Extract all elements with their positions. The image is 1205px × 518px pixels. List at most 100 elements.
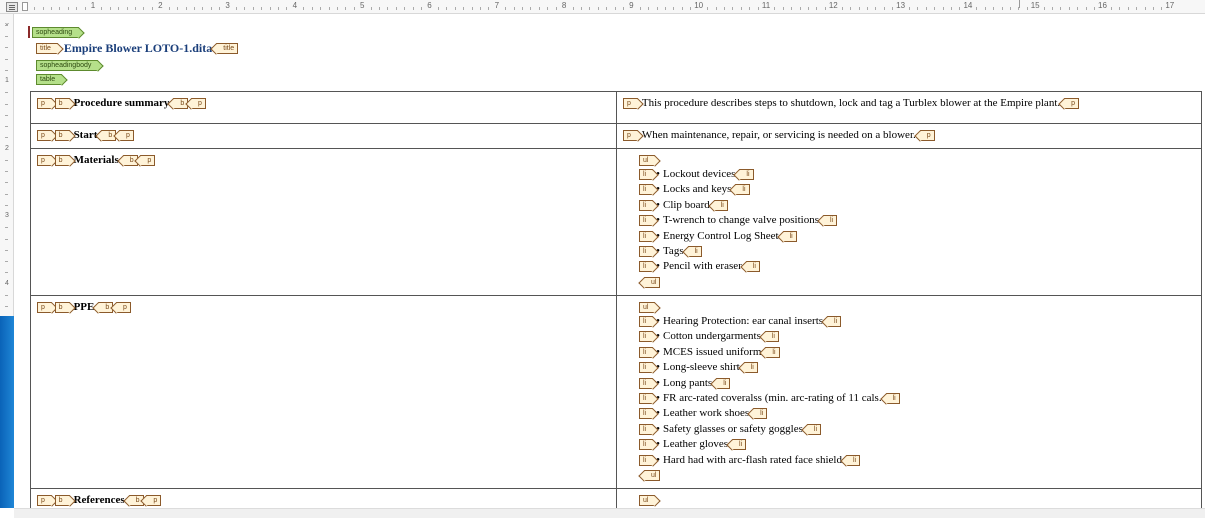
li-close-tag[interactable]: li xyxy=(732,439,747,451)
row-content-cell[interactable]: p When maintenance, repair, or servicing … xyxy=(616,123,1202,149)
ul-close-tag[interactable]: ul xyxy=(644,276,661,288)
li-open-tag[interactable]: li xyxy=(639,439,654,451)
li-open-tag[interactable]: li xyxy=(639,423,654,435)
ul-open-tag[interactable]: ul xyxy=(639,301,656,313)
document-title[interactable]: Empire Blower LOTO-1.dita xyxy=(64,41,212,55)
b-open-tag[interactable]: b xyxy=(54,129,70,141)
list-item-text[interactable]: Tags xyxy=(663,245,684,257)
list-item[interactable]: li•Long-sleeve shirtli xyxy=(623,360,1195,375)
li-close-tag[interactable]: li xyxy=(713,199,728,211)
list-item[interactable]: li•Hard had with arc-flash rated face sh… xyxy=(623,453,1195,468)
li-open-tag[interactable]: li xyxy=(639,408,654,420)
list-item-text[interactable]: Safety glasses or safety goggles xyxy=(663,423,803,435)
li-close-tag[interactable]: li xyxy=(764,331,779,343)
list-item-text[interactable]: Long pants xyxy=(663,377,712,389)
li-open-tag[interactable]: li xyxy=(639,315,654,327)
li-close-tag[interactable]: li xyxy=(885,393,900,404)
list-item-text[interactable]: Leather gloves xyxy=(663,438,728,450)
chevron-down-icon[interactable]: ⌄ xyxy=(2,18,12,28)
row-label[interactable]: Materials xyxy=(74,154,119,166)
list-item[interactable]: li•Safety glasses or safety gogglesli xyxy=(623,422,1195,437)
list-item[interactable]: li•Energy Control Log Sheetli xyxy=(623,229,1195,244)
b-open-tag[interactable]: b xyxy=(54,97,70,109)
row-label[interactable]: PPE xyxy=(74,301,95,313)
sopheading-tag[interactable]: sopheading xyxy=(32,26,80,38)
p-open-tag[interactable]: p xyxy=(37,301,52,313)
li-open-tag[interactable]: li xyxy=(639,346,654,358)
ul-open-tag[interactable]: ul xyxy=(639,154,656,166)
li-open-tag[interactable]: li xyxy=(639,184,654,196)
list-item-text[interactable]: Long-sleeve shirt xyxy=(663,361,740,373)
list-item[interactable]: li•Hearing Protection: ear canal inserts… xyxy=(623,314,1195,329)
list-item-text[interactable]: Lockout devices xyxy=(663,168,735,180)
p-open-tag[interactable]: p xyxy=(37,129,52,141)
li-close-tag[interactable]: li xyxy=(745,261,760,273)
row-label-cell[interactable]: p b Start b p xyxy=(30,123,617,149)
list-item[interactable]: li•Tagsli xyxy=(623,244,1195,259)
list-item[interactable]: li•Lockout devicesli xyxy=(623,167,1195,182)
ruler-settings-icon[interactable] xyxy=(6,2,18,12)
p-open-tag[interactable]: p xyxy=(623,97,638,109)
row-content-cell[interactable]: ulli•Lockout deviceslili•Locks and keysl… xyxy=(616,148,1202,296)
li-close-tag[interactable]: li xyxy=(822,215,838,227)
b-open-tag[interactable]: b xyxy=(54,154,70,166)
b-open-tag[interactable]: b xyxy=(54,494,70,506)
list-item-text[interactable]: Leather work shoes xyxy=(663,407,749,419)
list-item-text[interactable]: MCES issued uniform xyxy=(663,346,761,358)
sopheadingbody-tag[interactable]: sopheadingbody xyxy=(36,59,99,71)
ruler-margin-marker[interactable] xyxy=(1019,0,1020,8)
list-item-text[interactable]: Pencil with eraser xyxy=(663,260,742,272)
li-open-tag[interactable]: li xyxy=(639,246,654,257)
li-close-tag[interactable]: li xyxy=(753,408,768,420)
p-close-tag[interactable]: p xyxy=(140,154,156,166)
row-label[interactable]: Start xyxy=(74,129,98,141)
list-item-text[interactable]: Clip board xyxy=(663,199,710,211)
list-item[interactable]: li•Clip boardli xyxy=(623,198,1195,213)
list-item[interactable]: li•Pencil with eraserli xyxy=(623,259,1195,274)
row-label[interactable]: References xyxy=(74,494,125,506)
p-open-tag[interactable]: p xyxy=(37,97,52,109)
li-open-tag[interactable]: li xyxy=(639,168,654,180)
ruler-indent-marker[interactable] xyxy=(22,2,28,11)
b-open-tag[interactable]: b xyxy=(54,301,70,313)
horizontal-scrollbar[interactable] xyxy=(14,508,1205,518)
row-content-cell[interactable]: p This procedure describes steps to shutd… xyxy=(616,91,1202,124)
li-close-tag[interactable]: li xyxy=(827,315,842,327)
list-item-text[interactable]: T-wrench to change valve positions xyxy=(663,214,819,226)
li-open-tag[interactable]: li xyxy=(639,199,654,211)
row-content-cell[interactable]: ulli•Hearing Protection: ear canal inser… xyxy=(616,295,1202,489)
p-open-tag[interactable]: p xyxy=(37,494,52,506)
p-close-tag[interactable]: p xyxy=(919,129,935,141)
list-item-text[interactable]: Energy Control Log Sheet xyxy=(663,230,779,242)
li-close-tag[interactable]: li xyxy=(739,168,754,180)
li-close-tag[interactable]: li xyxy=(806,423,822,435)
li-open-tag[interactable]: li xyxy=(639,230,654,242)
row-label-cell[interactable]: p b Procedure summary b p xyxy=(30,91,617,124)
list-item-text[interactable]: Locks and keys xyxy=(663,183,731,195)
p-open-tag[interactable]: p xyxy=(623,129,638,141)
li-open-tag[interactable]: li xyxy=(639,331,654,343)
row-label[interactable]: Procedure summary xyxy=(74,97,170,109)
li-close-tag[interactable]: li xyxy=(735,184,750,196)
li-close-tag[interactable]: li xyxy=(743,362,758,374)
list-item[interactable]: li•Cotton undergarmentsli xyxy=(623,329,1195,344)
list-item[interactable]: li•Leather work shoesli xyxy=(623,406,1195,421)
p-close-tag[interactable]: p xyxy=(119,129,134,141)
row-label-cell[interactable]: p b Materials b p xyxy=(30,148,617,296)
ul-open-tag[interactable]: ul xyxy=(639,494,656,506)
table-tag[interactable]: table xyxy=(36,73,63,85)
li-open-tag[interactable]: li xyxy=(639,377,654,389)
list-item[interactable]: li•Locks and keysli xyxy=(623,182,1195,197)
list-item[interactable]: li•Long pantsli xyxy=(623,376,1195,391)
list-item[interactable]: li•MCES issued uniformli xyxy=(623,345,1195,360)
list-item-text[interactable]: Cotton undergarments xyxy=(663,330,761,342)
li-close-tag[interactable]: li xyxy=(845,454,861,466)
row-text[interactable]: When maintenance, repair, or servicing i… xyxy=(642,129,916,141)
p-close-tag[interactable]: p xyxy=(1064,97,1080,109)
li-close-tag[interactable]: li xyxy=(782,230,797,242)
li-open-tag[interactable]: li xyxy=(639,215,654,227)
list-item[interactable]: li•Leather glovesli xyxy=(623,437,1195,452)
li-close-tag[interactable]: li xyxy=(765,346,780,358)
list-item[interactable]: li•T-wrench to change valve positionsli xyxy=(623,213,1195,228)
p-close-tag[interactable]: p xyxy=(116,301,131,313)
